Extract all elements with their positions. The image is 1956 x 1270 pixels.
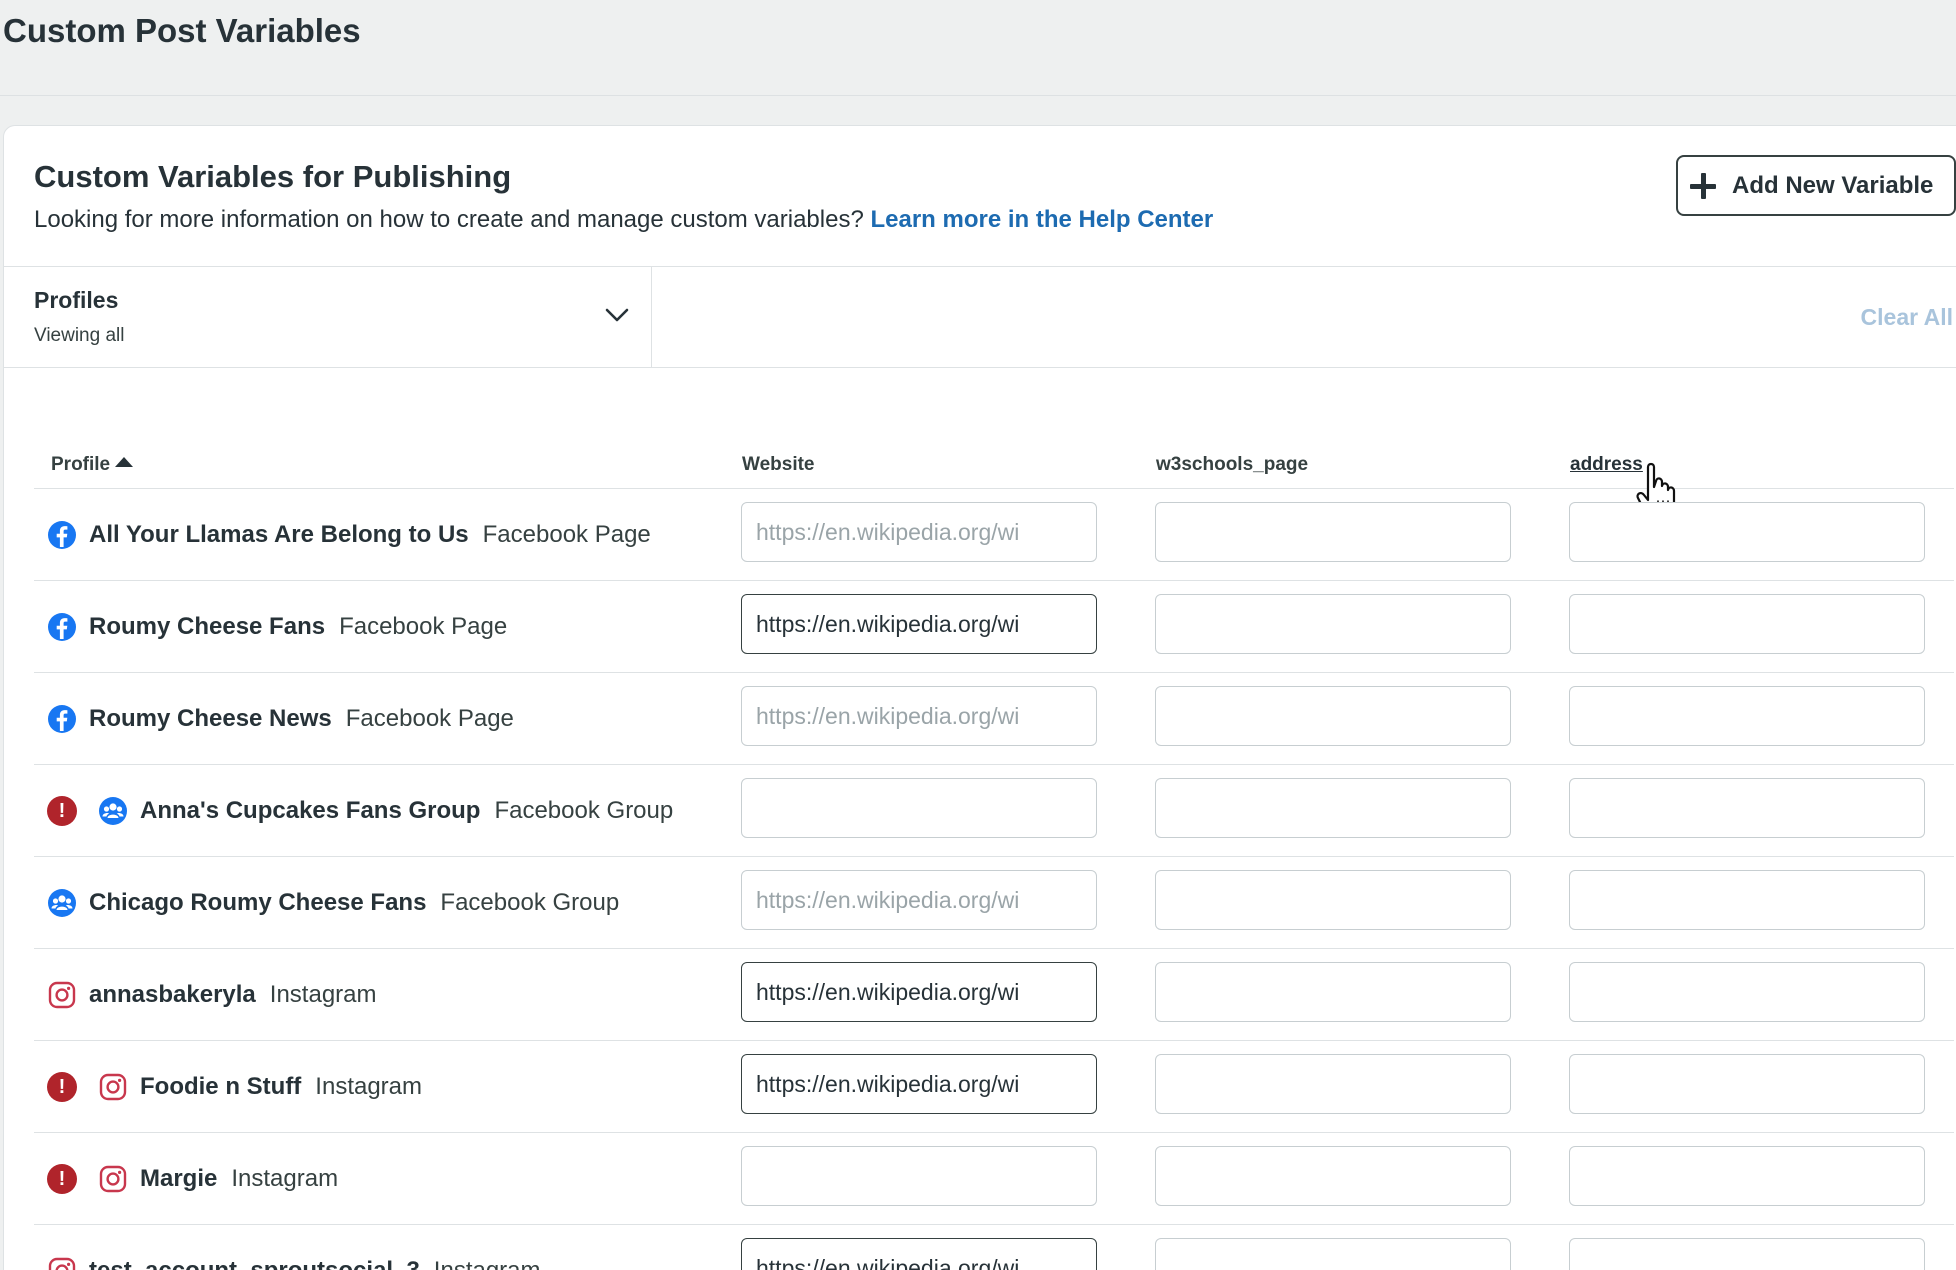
profile-cell: Chicago Roumy Cheese Fans Facebook Group [34,857,619,949]
column-header-w3schools-page[interactable]: w3schools_page [1156,454,1308,476]
profile-cell: annasbakeryla Instagram [34,949,377,1041]
facebook-group-icon [47,888,77,918]
address-input[interactable] [1569,1146,1925,1206]
w3schools-page-input[interactable] [1155,778,1511,838]
address-input[interactable] [1569,502,1925,562]
facebook-icon [47,520,77,550]
table-row: Roumy Cheese Fans Facebook Page [34,581,1954,673]
profile-name: Margie [140,1165,218,1192]
profile-cell: All Your Llamas Are Belong to Us Facebook… [34,489,651,581]
profile-type: Facebook Page [482,521,651,548]
profile-cell: test_account_sproutsocial_3 Instagram [34,1225,541,1270]
warning-icon[interactable]: ! [47,1072,77,1102]
profile-type: Facebook Page [339,613,508,640]
w3schools-page-input[interactable] [1155,502,1511,562]
page-title: Custom Post Variables [3,12,361,49]
table-row: ! Anna's Cupcakes Fans Group Facebook Grou… [34,765,1954,857]
description-text: Looking for more information on how to c… [34,206,864,233]
add-new-variable-label: Add New Variable [1732,171,1934,199]
w3schools-page-input[interactable] [1155,1054,1511,1114]
website-input[interactable] [741,594,1097,654]
profile-type: Instagram [231,1165,339,1192]
profile-type: Instagram [269,981,377,1008]
table-row: ! Margie Instagram [34,1133,1954,1225]
address-input[interactable] [1569,1238,1925,1270]
profile-type: Facebook Group [494,797,674,824]
warning-icon[interactable]: ! [47,796,77,826]
w3schools-page-input[interactable] [1155,1238,1511,1270]
address-input[interactable] [1569,686,1925,746]
w3schools-page-input[interactable] [1155,594,1511,654]
profile-name: Anna's Cupcakes Fans Group [140,797,481,824]
profile-name: All Your Llamas Are Belong to Us [89,521,469,548]
instagram-icon [47,980,77,1010]
plus-icon [1690,172,1716,199]
profile-name: Chicago Roumy Cheese Fans [89,889,427,916]
filter-bar: Profiles Viewing all Clear All [4,266,1956,368]
card-description: Looking for more information on how to c… [34,206,1213,234]
profile-name: Roumy Cheese Fans [89,613,326,640]
website-input[interactable] [741,502,1097,562]
website-input[interactable] [741,778,1097,838]
website-input[interactable] [741,1146,1097,1206]
profiles-filter-label: Profiles [34,287,119,313]
table-row: test_account_sproutsocial_3 Instagram [34,1225,1954,1270]
address-input[interactable] [1569,962,1925,1022]
column-header-website[interactable]: Website [742,454,815,476]
w3schools-page-input[interactable] [1155,962,1511,1022]
w3schools-page-input[interactable] [1155,870,1511,930]
profile-cell: Roumy Cheese Fans Facebook Page [34,581,507,673]
column-header-address[interactable]: address [1570,454,1643,476]
website-input[interactable] [741,1238,1097,1270]
table-row: Chicago Roumy Cheese Fans Facebook Group [34,857,1954,949]
profile-type: Instagram [315,1073,423,1100]
clear-all-button[interactable]: Clear All [1861,304,1953,331]
address-input[interactable] [1569,870,1925,930]
custom-variables-card: Custom Variables for Publishing Looking … [3,125,1956,1270]
w3schools-page-input[interactable] [1155,1146,1511,1206]
table-row: All Your Llamas Are Belong to Us Facebook… [34,489,1954,581]
website-input[interactable] [741,870,1097,930]
instagram-icon [98,1072,128,1102]
website-input[interactable] [741,1054,1097,1114]
website-input[interactable] [741,962,1097,1022]
profile-cell: Roumy Cheese News Facebook Page [34,673,514,765]
facebook-icon [47,704,77,734]
warning-icon[interactable]: ! [47,1164,77,1194]
chevron-down-icon [605,308,629,322]
table-row: annasbakeryla Instagram [34,949,1954,1041]
profile-cell: ! Foodie n Stuff Instagram [34,1041,422,1133]
profile-type: Facebook Group [440,889,620,916]
variables-table: Profile Website w3schools_page address A… [34,404,1954,1270]
column-header-profile[interactable]: Profile [51,454,134,476]
table-header: Profile Website w3schools_page address [34,404,1954,519]
table-row: ! Foodie n Stuff Instagram [34,1041,1954,1133]
add-new-variable-button[interactable]: Add New Variable [1676,155,1956,216]
profile-name: Foodie n Stuff [140,1073,302,1100]
help-center-link[interactable]: Learn more in the Help Center [870,206,1213,233]
page-header: Custom Post Variables [0,0,1956,96]
facebook-icon [47,612,77,642]
profile-type: Instagram [434,1257,541,1270]
profile-name: test_account_sproutsocial_3 [89,1257,420,1270]
facebook-group-icon [98,796,128,826]
instagram-icon [47,1256,77,1270]
profile-cell: ! Margie Instagram [34,1133,338,1225]
address-input[interactable] [1569,594,1925,654]
sort-ascending-icon [115,457,134,467]
profiles-filter-value: Viewing all [34,325,125,346]
profile-name: Roumy Cheese News [89,705,332,732]
instagram-icon [98,1164,128,1194]
table-row: Roumy Cheese News Facebook Page [34,673,1954,765]
table-body: All Your Llamas Are Belong to Us Facebook… [34,489,1954,1270]
website-input[interactable] [741,686,1097,746]
profiles-filter-dropdown[interactable]: Profiles Viewing all [4,267,652,367]
card-title: Custom Variables for Publishing [34,159,512,194]
address-input[interactable] [1569,778,1925,838]
profile-type: Facebook Page [345,705,514,732]
profile-cell: ! Anna's Cupcakes Fans Group Facebook Grou… [34,765,673,857]
profile-name: annasbakeryla [89,981,256,1008]
address-input[interactable] [1569,1054,1925,1114]
w3schools-page-input[interactable] [1155,686,1511,746]
